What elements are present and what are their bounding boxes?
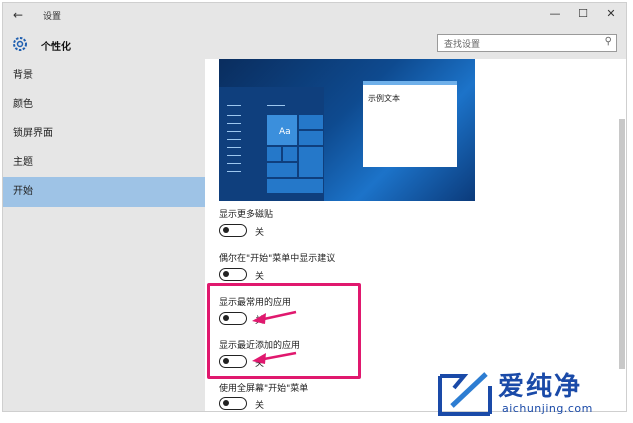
toggle-suggestions[interactable]: [219, 268, 247, 281]
sidebar-item-start[interactable]: 开始: [3, 177, 205, 207]
toggle-state: 关: [255, 272, 265, 282]
sidebar-item-lock-screen[interactable]: 锁屏界面: [3, 119, 205, 149]
page-header: 个性化 查找设置 ⚲: [3, 29, 626, 59]
preview-sample-text: 示例文本: [368, 94, 400, 103]
window-title: 设置: [43, 12, 62, 22]
preview-tile-label: Aa: [279, 127, 291, 137]
watermark-brand: 爱纯净: [498, 372, 583, 402]
setting-label-fullscreen-start: 使用全屏幕"开始"菜单: [219, 384, 309, 394]
start-preview-image: Aa 示例文本: [219, 59, 475, 201]
toggle-more-tiles[interactable]: [219, 224, 247, 237]
gear-icon: [11, 35, 29, 57]
pointer-arrow-icon: [252, 351, 297, 364]
toggle-knob: [223, 271, 229, 277]
sidebar-item-themes[interactable]: 主题: [3, 148, 205, 178]
search-icon[interactable]: ⚲: [605, 36, 612, 47]
pointer-arrow-icon: [252, 310, 297, 324]
scrollbar[interactable]: [619, 119, 625, 369]
setting-label-suggestions: 偶尔在"开始"菜单中显示建议: [219, 254, 336, 264]
toggle-knob: [223, 400, 229, 406]
close-button[interactable]: ✕: [599, 7, 623, 20]
toggle-state: 关: [255, 228, 265, 238]
toggle-knob: [223, 227, 229, 233]
preview-sample-window: 示例文本: [363, 81, 457, 167]
title-bar: ← 设置 — ☐ ✕: [3, 3, 626, 29]
back-arrow-icon[interactable]: ←: [13, 8, 23, 22]
minimize-button[interactable]: —: [543, 7, 567, 20]
sidebar-item-colors[interactable]: 颜色: [3, 90, 205, 120]
sidebar-item-background[interactable]: 背景: [3, 61, 205, 91]
page-title: 个性化: [41, 42, 71, 53]
watermark: 爱纯净 aichunjing.com: [420, 362, 630, 420]
toggle-fullscreen-start[interactable]: [219, 397, 247, 410]
toggle-state: 关: [255, 401, 265, 411]
setting-label-more-tiles: 显示更多磁贴: [219, 210, 274, 220]
watermark-logo-icon: [438, 372, 492, 416]
search-input[interactable]: 查找设置 ⚲: [437, 34, 617, 52]
watermark-url: aichunjing.com: [502, 402, 593, 415]
maximize-button[interactable]: ☐: [571, 7, 595, 20]
sidebar: 背景 颜色 锁屏界面 主题 开始: [3, 59, 205, 411]
search-placeholder: 查找设置: [444, 40, 481, 50]
